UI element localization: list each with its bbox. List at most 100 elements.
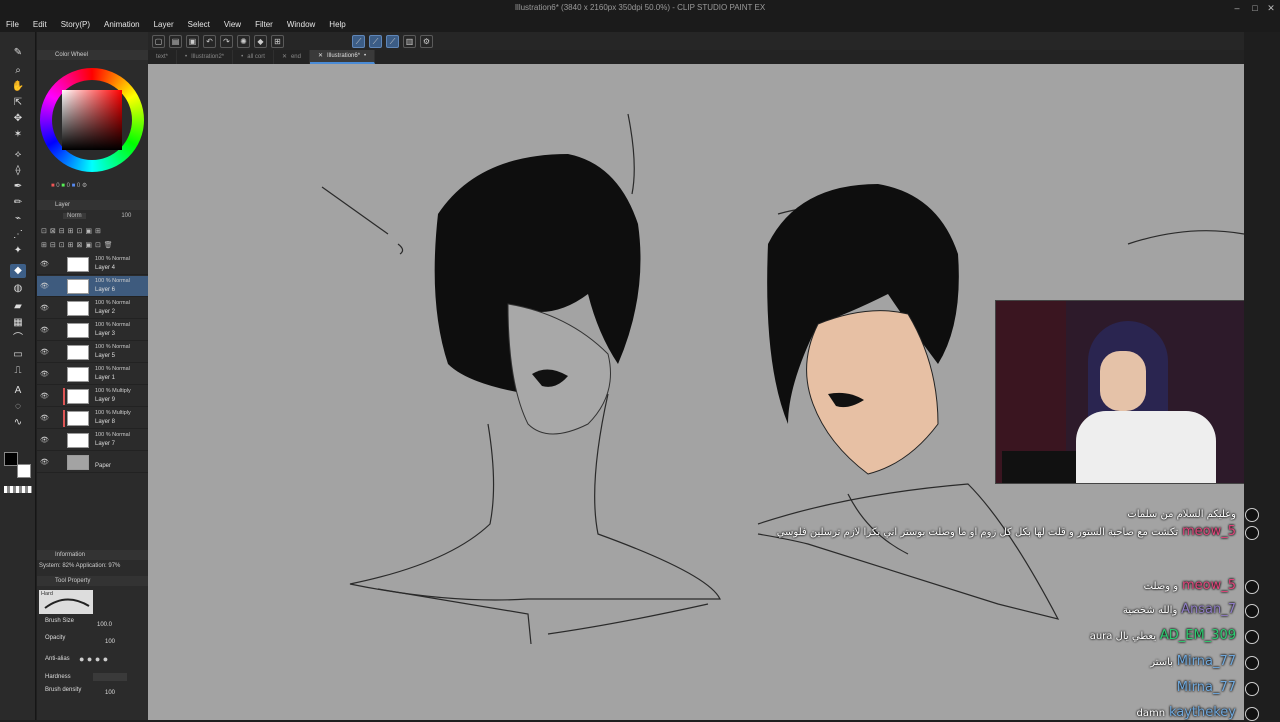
figure-icon[interactable]: ⌒: [10, 332, 26, 346]
tab-illustration6[interactable]: ✕ Illustration6* •: [309, 49, 376, 64]
blend-icon[interactable]: ◍: [10, 282, 26, 296]
menu-story[interactable]: Story(P): [61, 20, 90, 29]
layer-lock-icons[interactable]: ⊡⊠⊟⊞⊡▣⊞: [41, 227, 145, 237]
save-icon[interactable]: ▣: [186, 34, 199, 48]
eye-icon[interactable]: 👁: [40, 326, 49, 334]
eyedropper-icon[interactable]: ⟠: [10, 164, 26, 178]
layer-row[interactable]: 👁 100 % Normal Layer 3: [37, 320, 148, 341]
ruler-icon[interactable]: ▥: [403, 34, 416, 48]
eraser-icon[interactable]: ◆: [10, 264, 26, 278]
close-icon[interactable]: ✕: [318, 49, 323, 63]
open-icon[interactable]: ▤: [169, 34, 182, 48]
menu-file[interactable]: File: [6, 20, 19, 29]
layer-row[interactable]: 👁 100 % Multiply Layer 9: [37, 386, 148, 407]
blend-mode-select[interactable]: Norm: [63, 213, 86, 219]
eye-icon[interactable]: 👁: [40, 260, 49, 268]
tab-all-cort[interactable]: • all cort: [233, 50, 274, 64]
correct-line-icon[interactable]: ∿: [10, 416, 26, 430]
hardness-slider[interactable]: [93, 673, 127, 681]
user-badge-icon: [1245, 656, 1259, 670]
close-icon[interactable]: ✕: [282, 50, 287, 64]
snap-ruler-icon[interactable]: ⟋: [352, 34, 365, 48]
brush-preview[interactable]: Hard: [39, 590, 93, 614]
hand-icon[interactable]: ✋: [10, 80, 26, 94]
layer-row[interactable]: 👁 100 % Normal Layer 6: [37, 276, 148, 297]
zoom-icon[interactable]: ⌕: [10, 64, 26, 78]
transform-icon[interactable]: ⊞: [271, 34, 284, 48]
eye-icon[interactable]: 👁: [40, 458, 49, 466]
menu-help[interactable]: Help: [329, 20, 345, 29]
snap-special-ruler-icon[interactable]: ⟋: [369, 34, 382, 48]
layer-row[interactable]: 👁 100 % Normal Layer 1: [37, 364, 148, 385]
color-wheel[interactable]: [40, 68, 144, 172]
tab-end[interactable]: ✕ end: [274, 50, 310, 64]
layer-row[interactable]: 👁 100 % Normal Layer 5: [37, 342, 148, 363]
menu-select[interactable]: Select: [188, 20, 210, 29]
pencil-icon[interactable]: ✏: [10, 196, 26, 210]
eye-icon[interactable]: 👁: [40, 436, 49, 444]
layer-row[interactable]: 👁 100 % Multiply Layer 8: [37, 408, 148, 429]
saturation-value-square[interactable]: [62, 90, 122, 150]
pen-tool-icon[interactable]: ✒: [10, 180, 26, 194]
layer-name: Layer 3: [95, 331, 116, 337]
eye-icon[interactable]: 👁: [40, 304, 49, 312]
close-icon[interactable]: ✕: [1264, 2, 1278, 14]
eye-icon[interactable]: 👁: [40, 414, 49, 422]
menu-window[interactable]: Window: [287, 20, 315, 29]
layer-mode: 100 % Normal: [95, 256, 130, 262]
new-file-icon[interactable]: ▢: [152, 34, 165, 48]
loading-icon[interactable]: ✺: [237, 34, 250, 48]
redo-icon[interactable]: ↷: [220, 34, 233, 48]
transparent-color-swatch[interactable]: [4, 486, 32, 493]
tab-text[interactable]: text*: [148, 50, 178, 64]
streamer-shirt: [1076, 411, 1216, 483]
layer-thumbnail: [67, 301, 89, 316]
menu-view[interactable]: View: [224, 20, 241, 29]
minimize-icon[interactable]: –: [1230, 2, 1244, 14]
opacity-value[interactable]: 100: [105, 639, 115, 645]
eye-icon[interactable]: 👁: [40, 370, 49, 378]
settings-icon[interactable]: ⚙: [420, 34, 433, 48]
chat-text: damn: [1136, 708, 1166, 719]
menu-animation[interactable]: Animation: [104, 20, 140, 29]
move-icon[interactable]: ✥: [10, 112, 26, 126]
fill-icon[interactable]: ▰: [10, 300, 26, 314]
layer-action-icons[interactable]: ⊞⊟⊡⊞⊠▣⊡🗑: [41, 241, 145, 251]
layer-row[interactable]: 👁 100 % Normal Layer 2: [37, 298, 148, 319]
ruler-tool-icon[interactable]: ⎍: [10, 364, 26, 378]
lasso-icon[interactable]: ✶: [10, 128, 26, 142]
eye-icon[interactable]: 👁: [40, 348, 49, 356]
operation-icon[interactable]: ⇱: [10, 96, 26, 110]
gradient-icon[interactable]: ▦: [10, 316, 26, 330]
decoration-icon[interactable]: ✦: [10, 244, 26, 258]
layer-row[interactable]: 👁 100 % Normal Layer 7: [37, 430, 148, 451]
layer-row[interactable]: 👁 Paper: [37, 452, 148, 473]
command-bar: ▢ ▤ ▣ ↶ ↷ ✺ ◆ ⊞ ⟋ ⟋ ⟋ ▥ ⚙: [148, 32, 1280, 50]
undo-icon[interactable]: ↶: [203, 34, 216, 48]
auto-select-icon[interactable]: ⟡: [10, 148, 26, 162]
airbrush-icon[interactable]: ⋰: [10, 228, 26, 242]
layer-opacity[interactable]: 100: [121, 213, 131, 219]
brush-size-value[interactable]: 100.0: [97, 622, 112, 628]
frame-icon[interactable]: ▭: [10, 348, 26, 362]
layer-row[interactable]: 👁 100 % Normal Layer 4: [37, 254, 148, 275]
menu-layer[interactable]: Layer: [154, 20, 174, 29]
pen-icon[interactable]: ✎: [10, 46, 26, 60]
main-color-swatch[interactable]: [4, 452, 18, 466]
maximize-icon[interactable]: □: [1248, 2, 1262, 14]
chat-username: meow_5: [1181, 524, 1236, 539]
user-badge-icon: [1245, 508, 1259, 522]
sub-color-swatch[interactable]: [17, 464, 31, 478]
menu-filter[interactable]: Filter: [255, 20, 273, 29]
clear-icon[interactable]: ◆: [254, 34, 267, 48]
text-icon[interactable]: A: [10, 384, 26, 398]
tab-illustration2[interactable]: • Illustration2*: [177, 50, 234, 64]
balloon-icon[interactable]: ◌: [10, 400, 26, 414]
eye-icon[interactable]: 👁: [40, 282, 49, 290]
antialias-options[interactable]: ● ● ● ●: [79, 654, 108, 664]
snap-grid-icon[interactable]: ⟋: [386, 34, 399, 48]
menu-edit[interactable]: Edit: [33, 20, 47, 29]
brush-icon[interactable]: ⌁: [10, 212, 26, 226]
eye-icon[interactable]: 👁: [40, 392, 49, 400]
brush-density-value[interactable]: 100: [105, 690, 115, 696]
